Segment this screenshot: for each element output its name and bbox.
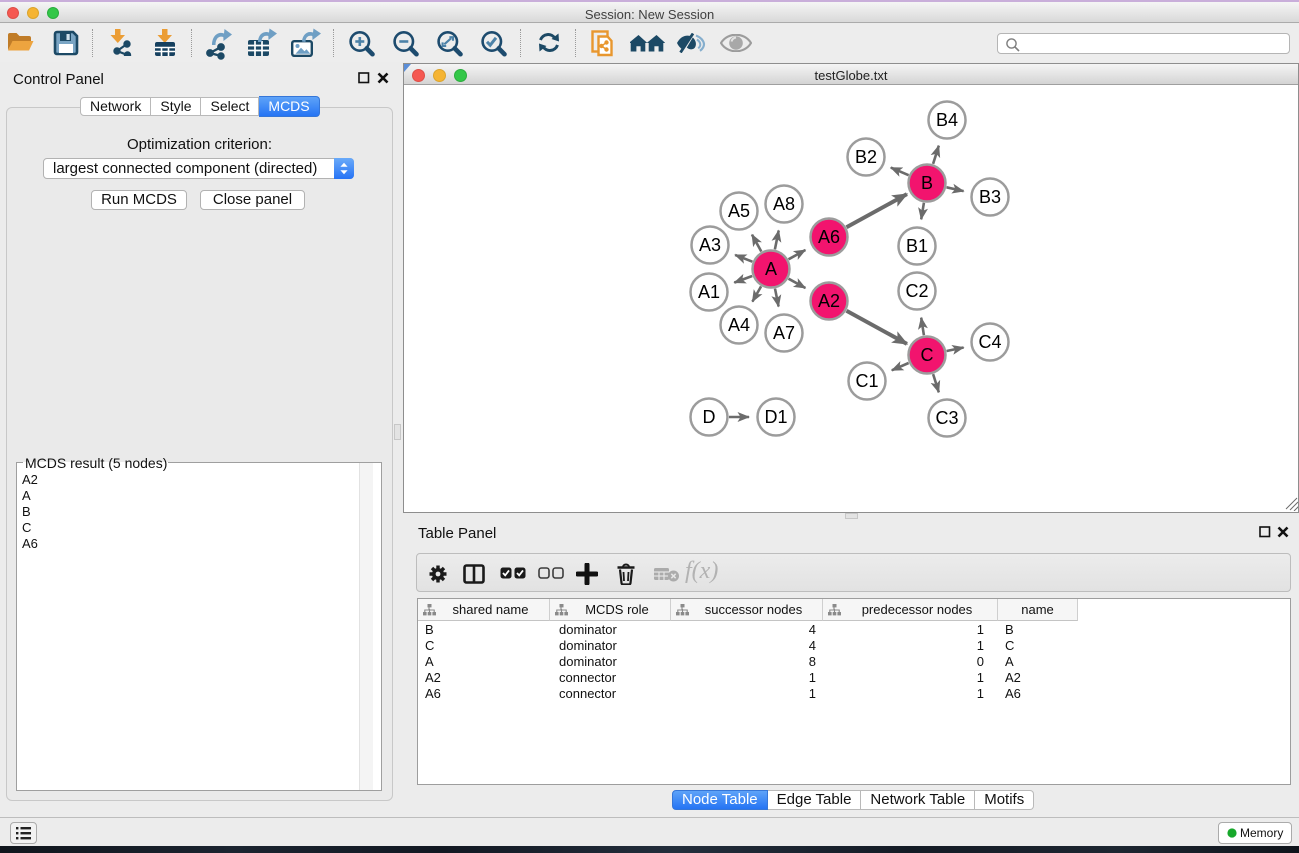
svg-text:A6: A6	[818, 227, 840, 247]
svg-text:A2: A2	[818, 291, 840, 311]
svg-text:A: A	[765, 259, 777, 279]
svg-text:A1: A1	[698, 282, 720, 302]
svg-text:D: D	[703, 407, 716, 427]
svg-text:B3: B3	[979, 187, 1001, 207]
svg-text:C: C	[921, 345, 934, 365]
svg-text:B: B	[921, 173, 933, 193]
svg-text:B4: B4	[936, 110, 958, 130]
svg-text:C2: C2	[905, 281, 928, 301]
svg-text:A5: A5	[728, 201, 750, 221]
svg-text:D1: D1	[764, 407, 787, 427]
svg-text:C4: C4	[978, 332, 1001, 352]
svg-text:A8: A8	[773, 194, 795, 214]
svg-text:A7: A7	[773, 323, 795, 343]
svg-text:C1: C1	[855, 371, 878, 391]
svg-text:B2: B2	[855, 147, 877, 167]
svg-text:A4: A4	[728, 315, 750, 335]
svg-text:C3: C3	[935, 408, 958, 428]
svg-text:A3: A3	[699, 235, 721, 255]
svg-text:B1: B1	[906, 236, 928, 256]
